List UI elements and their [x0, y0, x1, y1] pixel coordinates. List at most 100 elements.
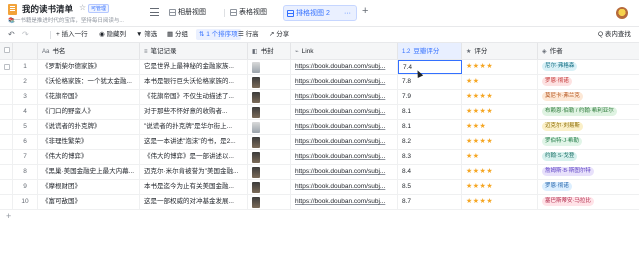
- score-cell[interactable]: 7.4: [398, 60, 462, 74]
- table-row[interactable]: 8 《黑巢·美国金融史上最大内幕... 迈克尔·米尔肯被誉为"美国金融... http…: [0, 165, 639, 180]
- cover-cell[interactable]: [248, 75, 291, 89]
- score-cell[interactable]: 8.4: [398, 165, 462, 179]
- book-title-cell[interactable]: 《伟大的博弈》: [38, 150, 140, 164]
- book-cover-thumbnail[interactable]: [252, 182, 260, 193]
- column-header-author[interactable]: ◈ 作者: [538, 43, 639, 59]
- row-checkbox[interactable]: [4, 64, 10, 70]
- row-select-cell[interactable]: [0, 60, 13, 74]
- link-cell[interactable]: https://book.douban.com/subj...: [291, 165, 398, 179]
- book-title-cell[interactable]: 《花旗帝国》: [38, 90, 140, 104]
- table-row[interactable]: 2 《沃伦格家族：一个犹太金融... 本书是银行巨头沃伦格家族的... https:/…: [0, 75, 639, 90]
- note-cell[interactable]: 这是一部权威的对冲基金发展...: [140, 195, 248, 209]
- book-title-cell[interactable]: 《沃伦格家族：一个犹太金融...: [38, 75, 140, 89]
- author-cell[interactable]: 尼尔·弗格森: [538, 60, 639, 74]
- column-header-book[interactable]: Aa 书名: [38, 43, 140, 59]
- rating-cell[interactable]: ★★★★: [462, 165, 538, 179]
- note-cell[interactable]: "说谎者的扑克牌"是华尔街上...: [140, 120, 248, 134]
- book-title-cell[interactable]: 《黑巢·美国金融史上最大内幕...: [38, 165, 140, 179]
- rating-cell[interactable]: ★★★★: [462, 105, 538, 119]
- author-cell[interactable]: 詹姆斯·B·斯图尔特: [538, 165, 639, 179]
- cover-cell[interactable]: [248, 120, 291, 134]
- sort-button[interactable]: ⇅ 1 个排序项: [196, 29, 241, 40]
- note-cell[interactable]: 这是一本讲述"泡沫"的书，是2...: [140, 135, 248, 149]
- note-cell[interactable]: 对于那些不怀好意的收购者...: [140, 105, 248, 119]
- tab-gallery-view[interactable]: 相册视图: [166, 5, 212, 21]
- table-row[interactable]: 5 《说谎者的扑克牌》 "说谎者的扑克牌"是华尔街上... https://book.…: [0, 120, 639, 135]
- author-cell[interactable]: 塞巴斯蒂安·马拉比: [538, 195, 639, 209]
- row-select-cell[interactable]: [0, 90, 13, 104]
- table-row[interactable]: 4 《门口的野蛮人》 对于那些不怀好意的收购者... https://book.dou…: [0, 105, 639, 120]
- book-title-cell[interactable]: 《罗斯柴尔德家族》: [38, 60, 140, 74]
- book-cover-thumbnail[interactable]: [252, 122, 260, 133]
- link-cell[interactable]: https://book.douban.com/subj...: [291, 180, 398, 194]
- row-select-cell[interactable]: [0, 120, 13, 134]
- author-cell[interactable]: 罗伯特·J·希勒: [538, 135, 639, 149]
- tab-table-view[interactable]: 表格视图: [227, 5, 273, 21]
- score-cell[interactable]: 8.5: [398, 180, 462, 194]
- permission-badge[interactable]: 可管理: [88, 4, 110, 13]
- link-cell[interactable]: https://book.douban.com/subj...: [291, 90, 398, 104]
- author-cell[interactable]: 迈克尔·刘易斯: [538, 120, 639, 134]
- select-all-checkbox[interactable]: [4, 47, 10, 53]
- table-row[interactable]: 9 《摩根财团》 本书是迄今为止有关美国金融... https://book.doub…: [0, 180, 639, 195]
- rating-cell[interactable]: ★★★: [462, 120, 538, 134]
- group-button[interactable]: ▦ 分组: [167, 29, 188, 40]
- table-row[interactable]: 6 《非理性繁荣》 这是一本讲述"泡沫"的书，是2... https://book.d…: [0, 135, 639, 150]
- link-cell[interactable]: https://book.douban.com/subj...: [291, 60, 398, 74]
- score-cell[interactable]: 8.1: [398, 105, 462, 119]
- cover-cell[interactable]: [248, 105, 291, 119]
- rating-stars[interactable]: ★★★★: [466, 138, 493, 145]
- book-cover-thumbnail[interactable]: [252, 92, 260, 103]
- table-search-button[interactable]: Q 表内查找: [598, 29, 631, 40]
- book-title-cell[interactable]: 《门口的野蛮人》: [38, 105, 140, 119]
- note-cell[interactable]: 迈克尔·米尔肯被誉为"美国金融...: [140, 165, 248, 179]
- book-cover-thumbnail[interactable]: [252, 77, 260, 88]
- row-select-cell[interactable]: [0, 75, 13, 89]
- cover-cell[interactable]: [248, 60, 291, 74]
- score-cell[interactable]: 8.7: [398, 195, 462, 209]
- column-header-cover[interactable]: ◧ 书封: [248, 43, 291, 59]
- more-options-icon[interactable]: ···: [344, 6, 351, 22]
- score-cell[interactable]: 8.3: [398, 150, 462, 164]
- table-row[interactable]: 1 《罗斯柴尔德家族》 它是世界上最神秘的金融家族... https://book.d…: [0, 60, 639, 75]
- book-title-cell[interactable]: 《摩根财团》: [38, 180, 140, 194]
- book-cover-thumbnail[interactable]: [252, 167, 260, 178]
- rating-stars[interactable]: ★★★★: [466, 93, 493, 100]
- rating-cell[interactable]: ★★★★: [462, 195, 538, 209]
- add-view-button[interactable]: +: [362, 5, 368, 17]
- book-title-cell[interactable]: 《说谎者的扑克牌》: [38, 120, 140, 134]
- rating-stars[interactable]: ★★★★: [466, 198, 493, 205]
- column-header-link[interactable]: ⌁ Link: [291, 43, 398, 59]
- link-cell[interactable]: https://book.douban.com/subj...: [291, 120, 398, 134]
- book-title-cell[interactable]: 《非理性繁荣》: [38, 135, 140, 149]
- table-row[interactable]: 10 《富可敌国》 这是一部权威的对冲基金发展... https://book.dou…: [0, 195, 639, 210]
- select-all-cell[interactable]: [0, 43, 13, 59]
- column-header-score[interactable]: 1.2 豆瓣评分: [398, 43, 462, 59]
- author-cell[interactable]: 布赖恩·伯勒 / 约翰·希利亚尔: [538, 105, 639, 119]
- rating-stars[interactable]: ★★: [466, 78, 480, 85]
- rating-stars[interactable]: ★★: [466, 153, 480, 160]
- link-cell[interactable]: https://book.douban.com/subj...: [291, 135, 398, 149]
- author-cell[interactable]: 罗恩·彻诺: [538, 75, 639, 89]
- book-cover-thumbnail[interactable]: [252, 137, 260, 148]
- rating-stars[interactable]: ★★★★: [466, 183, 493, 190]
- rating-cell[interactable]: ★★★★: [462, 60, 538, 74]
- rating-cell[interactable]: ★★★★: [462, 180, 538, 194]
- filter-button[interactable]: ▼ 筛选: [136, 29, 157, 40]
- note-cell[interactable]: 《花旗帝国》不仅生动描述了...: [140, 90, 248, 104]
- cover-cell[interactable]: [248, 195, 291, 209]
- cover-cell[interactable]: [248, 135, 291, 149]
- rating-cell[interactable]: ★★: [462, 150, 538, 164]
- share-button[interactable]: ↗ 分享: [269, 29, 289, 40]
- score-cell[interactable]: 8.1: [398, 120, 462, 134]
- insert-row-button[interactable]: + 插入一行: [56, 29, 88, 40]
- row-select-cell[interactable]: [0, 105, 13, 119]
- add-row-button[interactable]: +: [6, 211, 11, 221]
- rating-cell[interactable]: ★★★★: [462, 90, 538, 104]
- cover-cell[interactable]: [248, 180, 291, 194]
- rating-stars[interactable]: ★★★★: [466, 63, 493, 70]
- row-select-cell[interactable]: [0, 150, 13, 164]
- rating-stars[interactable]: ★★★★: [466, 108, 493, 115]
- score-cell[interactable]: 7.9: [398, 90, 462, 104]
- author-cell[interactable]: 莫尼卡·弗兰克: [538, 90, 639, 104]
